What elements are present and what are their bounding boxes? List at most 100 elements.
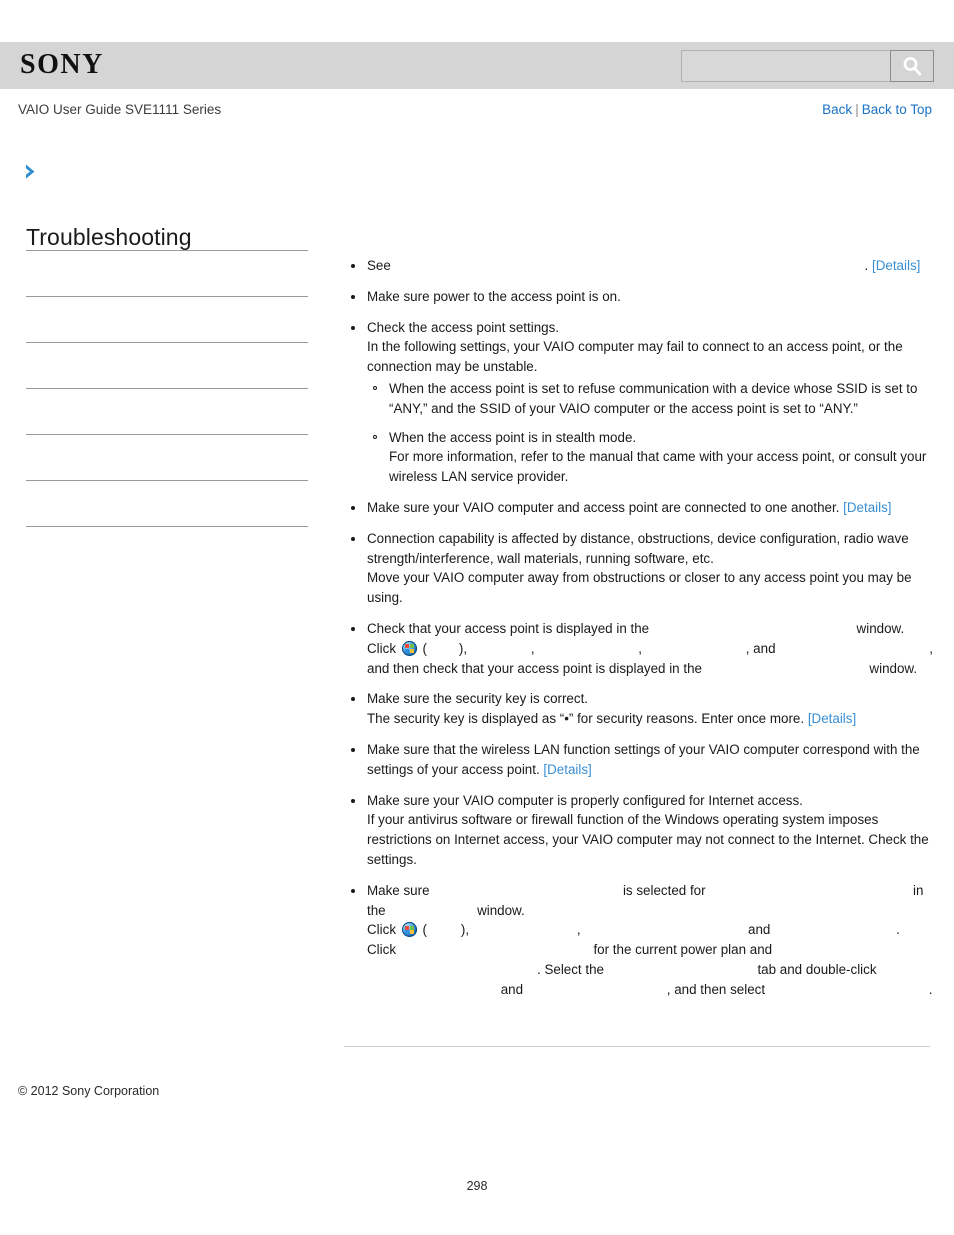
sidebar-item-5[interactable]: [26, 480, 308, 526]
tip-item: Make sure is selected for in the window.…: [344, 881, 934, 1000]
unrendered-ui-name: [433, 881, 619, 895]
main-content: See . [Details] Make sure power to the ac…: [344, 256, 934, 1000]
unrendered-ui-name: [473, 920, 577, 934]
text-run: Make sure that the wireless LAN function…: [367, 741, 920, 777]
text-run: and: [744, 922, 775, 938]
search-icon: [901, 55, 923, 77]
text-run: Make sure your VAIO computer is properly…: [367, 792, 803, 808]
content-line: Make sure the security key is correct.: [367, 689, 934, 709]
content-line: Move your VAIO computer away from obstru…: [367, 568, 934, 608]
content-line: Click for the current power plan and . S…: [367, 940, 934, 999]
back-to-top-link[interactable]: Back to Top: [862, 102, 932, 117]
page-number: 298: [466, 1179, 488, 1193]
text-run: . Select the: [537, 961, 608, 977]
details-link[interactable]: [Details]: [872, 258, 920, 273]
unrendered-ui-name: [608, 960, 754, 974]
content-line: Click (), , and .: [367, 920, 934, 940]
text-run: Click: [367, 922, 400, 938]
tip-item: Connection capability is affected by dis…: [344, 529, 934, 608]
unrendered-ui-name: [653, 619, 853, 633]
content-line: Make sure your VAIO computer is properly…: [367, 791, 934, 811]
sidebar-item-4[interactable]: [26, 434, 308, 480]
unrendered-ui-name: [584, 920, 744, 934]
details-link[interactable]: [Details]: [843, 500, 891, 515]
unrendered-ui-name: [646, 639, 746, 653]
text-run: Click: [367, 942, 400, 958]
content-line: Make sure power to the access point is o…: [367, 287, 934, 307]
unrendered-ui-name: [709, 881, 909, 895]
document-title: VAIO User Guide SVE1111 Series: [18, 102, 222, 117]
unrendered-ui-name: [395, 256, 865, 270]
text-run: See: [367, 258, 395, 273]
text-run: .: [928, 981, 933, 997]
sidebar-item-2[interactable]: [26, 342, 308, 388]
text-run: and: [497, 981, 527, 997]
content-line: Click (), , , , and , and then check tha…: [367, 639, 934, 679]
text-run: ,: [530, 640, 539, 656]
tip-item: Check that your access point is displaye…: [344, 619, 934, 678]
tip-item: Make sure the security key is correct. Th…: [344, 689, 934, 729]
details-link[interactable]: [Details]: [543, 762, 591, 777]
link-separator: |: [855, 102, 859, 117]
header-nav-links: Back | Back to Top: [822, 101, 932, 119]
unrendered-ui-name: [706, 659, 866, 673]
text-run: ,: [576, 922, 585, 938]
content-line: Make sure your VAIO computer and access …: [367, 498, 934, 518]
search-input[interactable]: [681, 50, 890, 82]
copyright-notice: © 2012 Sony Corporation: [18, 1084, 160, 1098]
search-button[interactable]: [890, 50, 934, 82]
text-run: Make sure power to the access point is o…: [367, 288, 621, 304]
site-header: SONY: [0, 42, 954, 89]
unrendered-ui-name: [527, 980, 667, 994]
text-run: Make sure the security key is correct.: [367, 691, 589, 707]
content-line: When the access point is set to refuse c…: [389, 379, 934, 419]
tip-item: Make sure power to the access point is o…: [344, 287, 934, 307]
text-run: , and: [745, 640, 780, 656]
content-line: Check the access point settings.: [367, 318, 934, 338]
tip-item: See . [Details]: [344, 256, 934, 276]
text-run: When the access point is in stealth mode…: [389, 429, 637, 445]
text-run: Check that your access point is displaye…: [367, 620, 653, 636]
unrendered-ui-name: [774, 920, 896, 934]
text-run: Connection capability is affected by dis…: [367, 530, 909, 566]
sony-logo: SONY: [20, 49, 104, 80]
sidebar-item-0[interactable]: [26, 250, 308, 296]
tip-subitem: When the access point is set to refuse c…: [367, 379, 934, 419]
sidebar-item-3[interactable]: [26, 388, 308, 434]
windows-start-orb-icon: [401, 640, 417, 656]
text-run: ,: [638, 640, 646, 656]
text-run: tab and double-click: [753, 961, 877, 977]
sidebar-item-1[interactable]: [26, 296, 308, 342]
content-line: The security key is displayed as “•” for…: [367, 709, 934, 729]
back-link[interactable]: Back: [822, 102, 852, 117]
text-run: for the current power plan and: [589, 942, 773, 958]
sidebar-nav-list: [26, 250, 308, 572]
text-run: is selected for: [619, 882, 710, 898]
content-line: When the access point is in stealth mode…: [389, 428, 934, 448]
chevron-right-icon[interactable]: [22, 162, 42, 182]
tip-sublist: When the access point is set to refuse c…: [367, 379, 934, 487]
text-run: Make sure your VAIO computer and access …: [367, 499, 844, 515]
text-run: (: [418, 640, 427, 656]
unrendered-ui-name: [367, 980, 497, 994]
content-line: If your antivirus software or firewall f…: [367, 810, 934, 869]
text-run: window.: [852, 620, 905, 636]
tip-item: Make sure your VAIO computer is properly…: [344, 791, 934, 870]
text-run: Make sure: [367, 882, 434, 898]
search-box: [681, 50, 934, 82]
unrendered-ui-name: [471, 639, 531, 653]
unrendered-ui-name: [427, 639, 459, 653]
content-line: Connection capability is affected by dis…: [367, 529, 934, 569]
content-line: For more information, refer to the manua…: [389, 447, 934, 487]
unrendered-ui-name: [400, 940, 590, 954]
tip-subitem: When the access point is in stealth mode…: [367, 428, 934, 487]
text-run: Move your VAIO computer away from obstru…: [367, 570, 912, 606]
content-line: See . [Details]: [367, 256, 934, 276]
details-link[interactable]: [Details]: [808, 711, 856, 726]
text-run: ),: [460, 922, 473, 938]
tip-item: Make sure your VAIO computer and access …: [344, 498, 934, 518]
text-run: , and then select: [666, 981, 769, 997]
sidebar-item-6[interactable]: [26, 526, 308, 572]
unrendered-ui-name: [769, 980, 929, 994]
content-line: Check that your access point is displaye…: [367, 619, 934, 639]
